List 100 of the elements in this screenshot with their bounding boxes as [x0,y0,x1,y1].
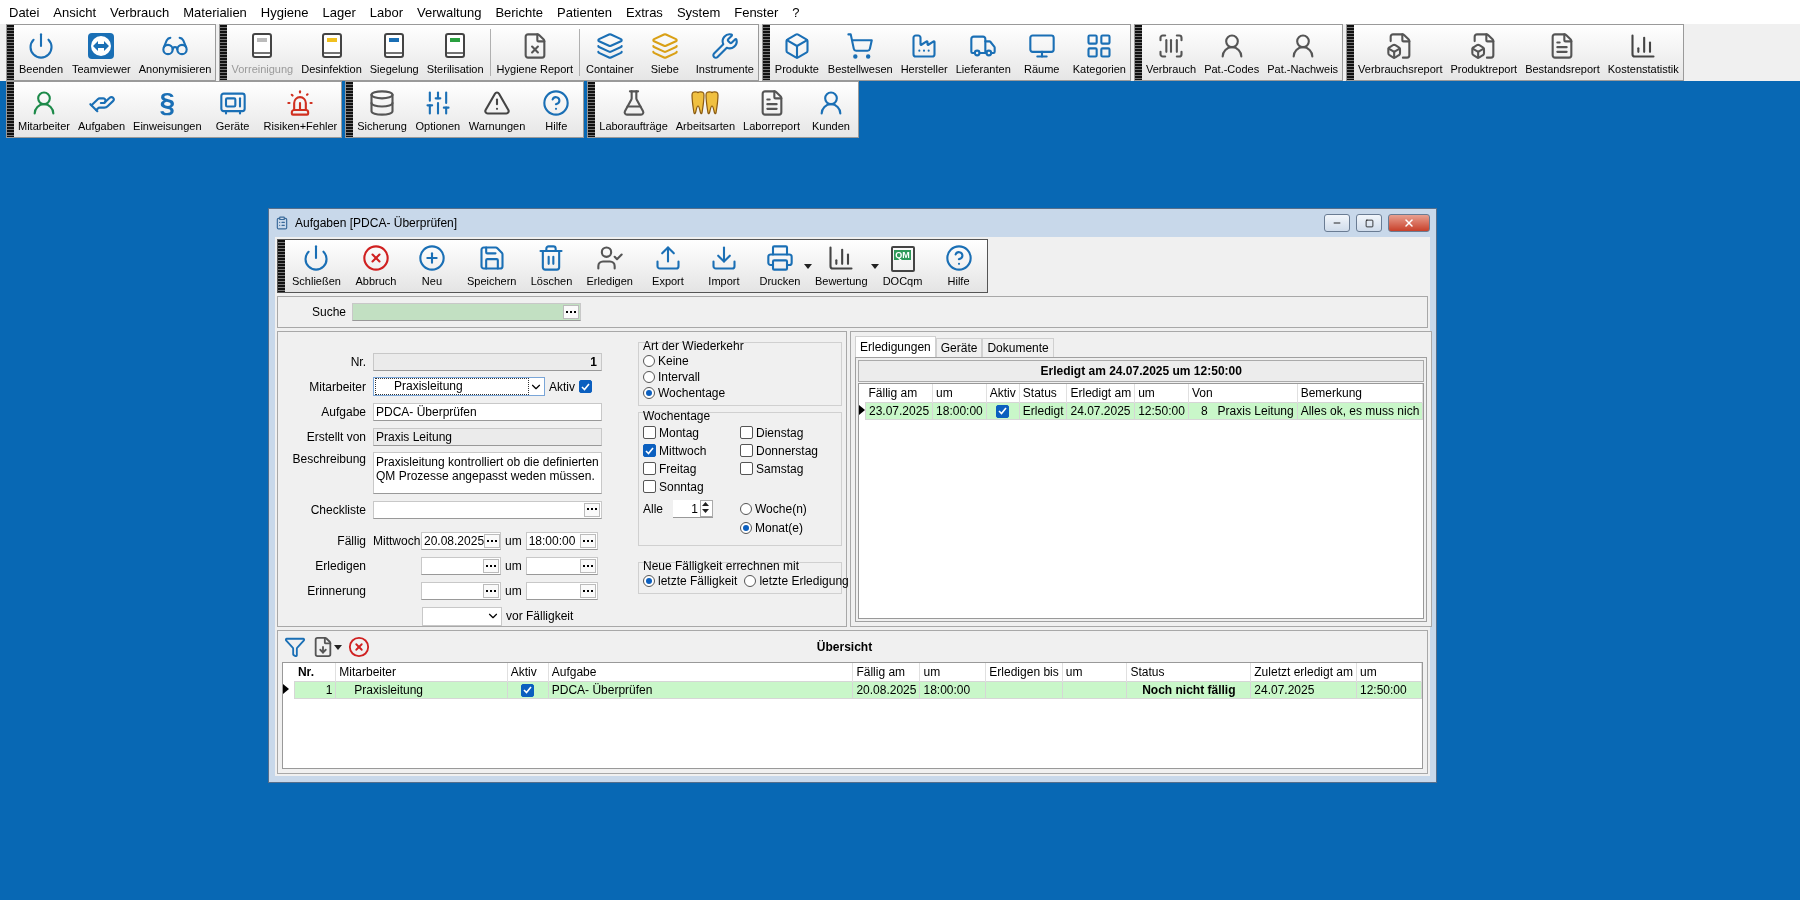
toolbar-button[interactable]: Verbrauchsreport [1354,25,1447,80]
close-button[interactable] [1388,214,1430,232]
menu-item[interactable]: Datei [2,4,47,20]
time-field[interactable] [525,582,598,601]
checkbox[interactable] [996,404,1010,418]
menu-item[interactable]: Lager [315,4,363,20]
toolbar-button[interactable]: Erledigen [579,240,640,292]
menu-item[interactable]: Fenster [727,4,786,20]
browse-button[interactable] [483,584,499,599]
toolbar-button[interactable]: Produktreport [1446,25,1522,80]
tab[interactable]: Geräte [935,338,983,357]
toolbar-button[interactable]: Instrumente [691,25,758,80]
toolbar-button[interactable]: § Einweisungen [129,82,206,137]
menu-item[interactable]: Labor [362,4,411,20]
toolbar-button[interactable]: Abbruch [347,240,404,292]
browse-button[interactable] [563,305,579,319]
radio-button[interactable] [643,387,655,399]
toolbar-button[interactable]: Hilfe [930,240,987,292]
toolbar-button[interactable]: Schließen [285,240,348,292]
date-field[interactable]: 20.08.2025 [421,532,501,551]
date-field[interactable] [421,557,501,576]
toolbar-button[interactable]: Neu [403,240,460,292]
dropdown-caret-icon[interactable] [803,263,812,269]
toolbar-button[interactable]: Bestandsreport [1521,25,1604,80]
checkbox[interactable] [579,380,592,394]
checkbox[interactable] [643,462,656,475]
toolbar-button[interactable]: Geräte [205,82,260,137]
toolbar-button[interactable]: Export [639,240,696,292]
toolbar-button[interactable]: Bewertung [807,240,875,292]
radio-button[interactable] [740,521,752,534]
toolbar-button[interactable]: Verbrauch [1142,25,1201,80]
toolbar-button[interactable]: Import [695,240,752,292]
toolbar-button[interactable]: Laborreport [739,82,804,137]
toolbar-button[interactable]: Beenden [14,25,68,80]
toolbar-button[interactable]: Drucken [751,240,808,292]
option-label[interactable]: Montag [659,425,700,440]
checkbox[interactable] [643,480,656,493]
menu-item[interactable]: Extras [619,4,670,20]
option-label[interactable]: Woche(n) [755,501,807,516]
browse-button[interactable] [484,534,501,549]
option-label[interactable]: Intervall [658,370,701,384]
browse-button[interactable] [579,584,596,599]
menu-item[interactable]: Patienten [550,4,620,20]
menu-item[interactable]: Verbrauch [103,4,177,20]
menu-item[interactable]: Verwaltung [410,4,489,20]
menu-item[interactable]: Ansicht [46,4,103,20]
toolbar-button[interactable]: Teamviewer [68,25,135,80]
radio-button[interactable] [643,575,655,587]
menu-item[interactable]: System [669,4,728,20]
number-spinner[interactable]: 1 [673,500,713,518]
grip-handle[interactable] [346,82,354,137]
toolbar-button[interactable]: Speichern [459,240,524,292]
option-label[interactable]: Wochentage [658,386,726,400]
toolbar-button[interactable]: Warnungen [464,82,530,137]
toolbar-button[interactable]: Kostenstatistik [1603,25,1683,80]
grip-handle[interactable] [1347,25,1355,80]
option-label[interactable]: Mittwoch [659,443,707,458]
toolbar-button[interactable]: Arbeitsarten [671,82,740,137]
toolbar-button[interactable]: QM DOCqm [874,240,931,292]
toolbar-button[interactable]: Hilfe [529,82,584,137]
toolbar-button[interactable]: Produkte [769,25,824,80]
date-field[interactable] [421,582,501,601]
toolbar-button[interactable]: Desinfektion [297,25,366,80]
toolbar-button[interactable]: Lieferanten [951,25,1015,80]
toolbar-button[interactable]: Siegelung [365,25,423,80]
grip-handle[interactable] [7,25,14,80]
toolbar-button[interactable]: Optionen [410,82,465,137]
toolbar-button[interactable]: Risiken+Fehler [259,82,342,137]
search-field[interactable] [352,303,581,321]
file-filter-button[interactable] [312,636,342,658]
toolbar-button[interactable]: Hersteller [896,25,952,80]
radio-button[interactable] [740,502,752,515]
grip-handle[interactable] [7,82,14,137]
clear-filter-button[interactable] [348,636,370,658]
text-area[interactable]: Praxisleitung kontrolliert ob die definierten QM Prozesse angepasst weden müssen. [373,452,602,495]
toolbar-button[interactable]: Sterilisation [422,25,488,80]
text-field[interactable] [373,501,602,519]
option-label[interactable]: Monat(e) [755,520,804,535]
toolbar-button[interactable]: Pat.-Nachweis [1263,25,1343,80]
toolbar-button[interactable]: Container [582,25,638,80]
filter-button[interactable] [284,636,306,658]
tab[interactable]: Erledigungen [855,336,936,357]
option-label[interactable]: Donnerstag [756,443,819,458]
toolbar-button[interactable]: Bestellwesen [823,25,897,80]
browse-button[interactable] [579,559,596,574]
option-label[interactable]: letzte Fälligkeit [658,574,738,588]
toolbar-button[interactable]: Kunden [803,82,858,137]
browse-button[interactable] [579,534,596,549]
checkbox[interactable] [643,426,656,439]
checkbox[interactable] [643,444,656,457]
option-label[interactable]: Freitag [659,461,697,476]
menu-item[interactable]: Materialien [176,4,254,20]
text-field[interactable]: PDCA- Überprüfen [373,402,602,421]
option-label[interactable]: Samstag [756,461,804,476]
option-label[interactable]: Dienstag [756,425,804,440]
radio-button[interactable] [643,355,655,367]
toolbar-button[interactable]: Pat.-Codes [1200,25,1264,80]
browse-button[interactable] [584,503,600,517]
dropdown-caret-icon[interactable] [870,263,879,269]
toolbar-button[interactable]: Hygiene Report [492,25,577,80]
